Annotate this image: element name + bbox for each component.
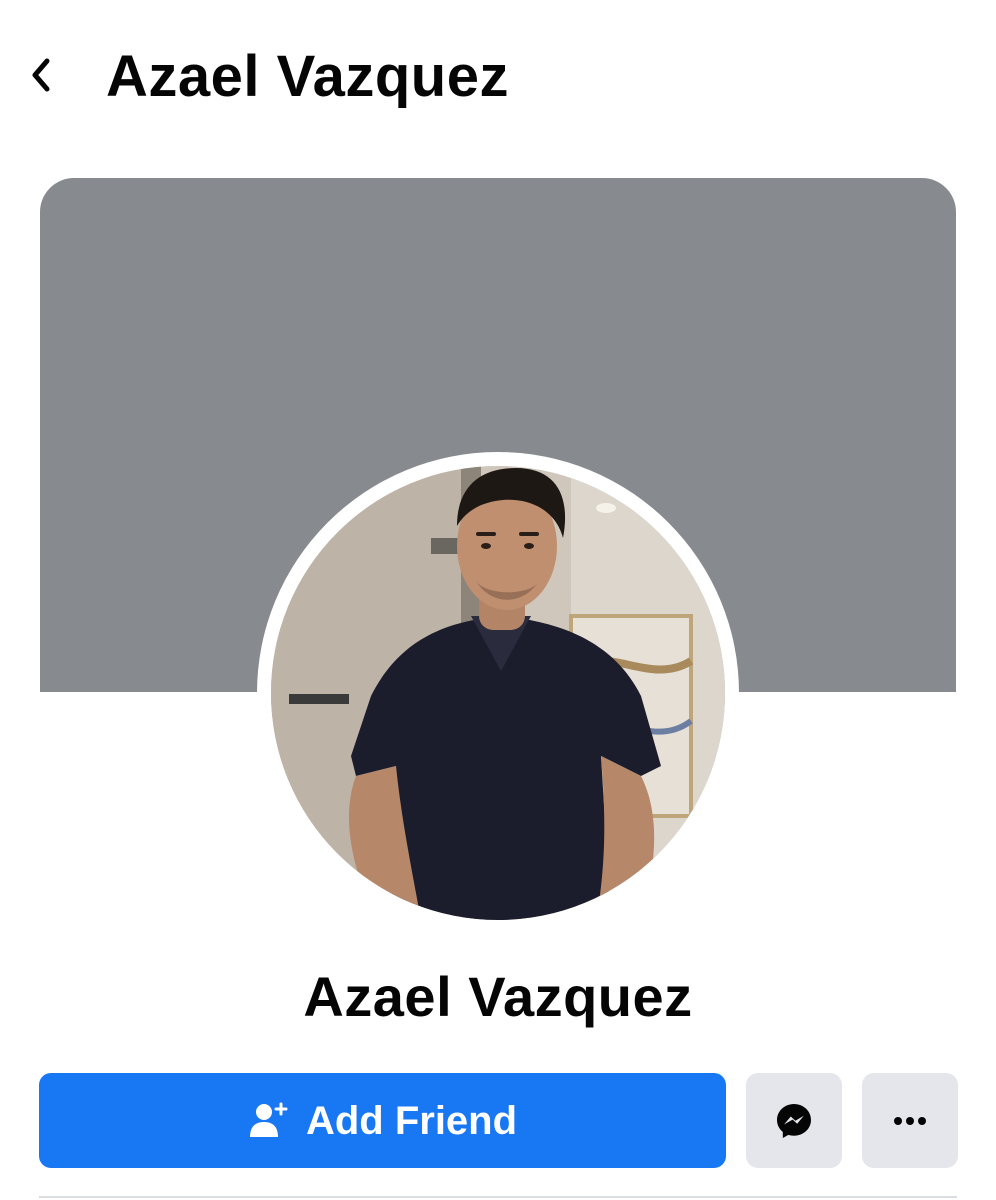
chevron-left-icon	[32, 58, 50, 92]
more-options-button[interactable]	[862, 1073, 958, 1168]
add-friend-button[interactable]: Add Friend	[39, 1073, 726, 1168]
message-button[interactable]	[746, 1073, 842, 1168]
more-options-icon	[894, 1116, 926, 1125]
add-friend-label: Add Friend	[305, 1098, 518, 1143]
messenger-icon	[777, 1103, 811, 1138]
profile-photo[interactable]	[271, 466, 725, 920]
top-nav-bar: Azael Vazquez	[0, 0, 996, 150]
back-button[interactable]	[20, 50, 64, 100]
page-title: Azael Vazquez	[106, 44, 509, 109]
section-divider	[39, 1196, 957, 1198]
add-user-icon	[249, 1102, 288, 1137]
profile-name: Azael Vazquez	[303, 965, 693, 1028]
profile-photo-illustration	[271, 466, 725, 920]
